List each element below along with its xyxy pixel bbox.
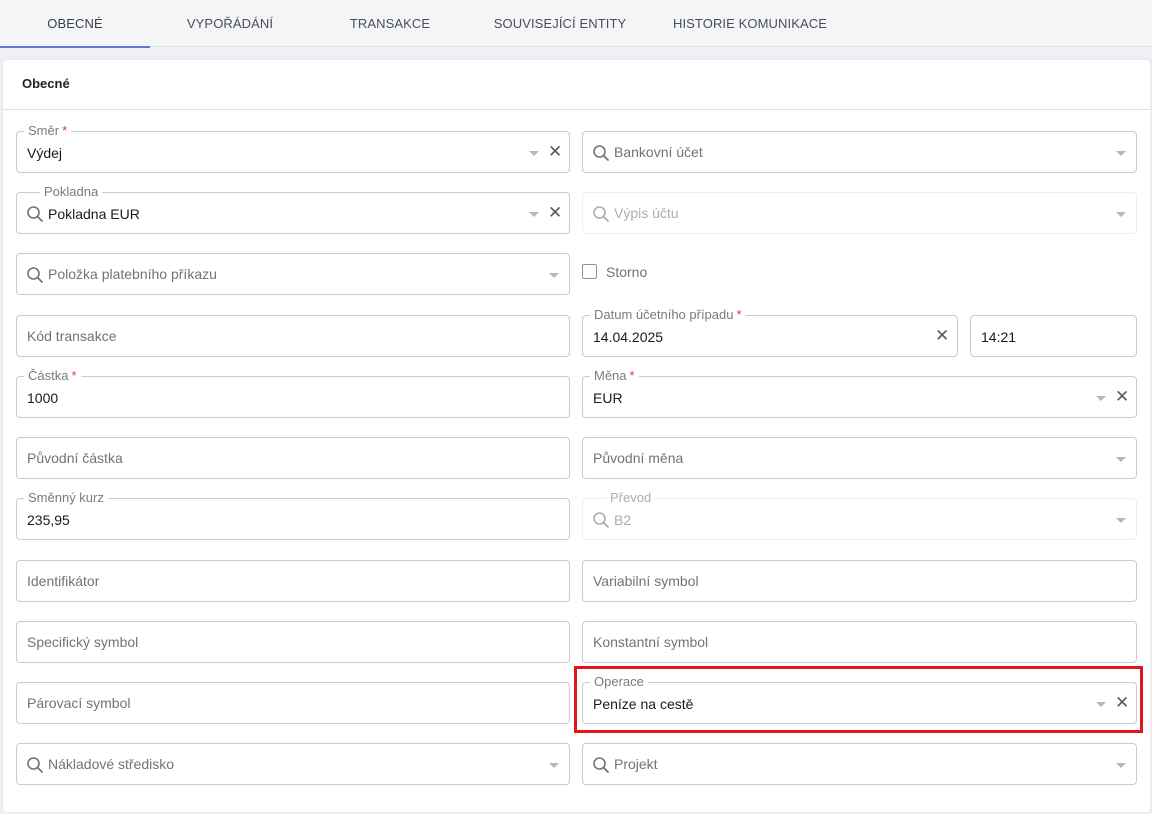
castka-input[interactable]: Částka * 1000: [16, 368, 570, 418]
cas-value: 14:21: [981, 329, 1017, 345]
tab-bar: OBECNÉ VYPOŘÁDÁNÍ TRANSAKCE SOUVISEJÍCÍ …: [0, 0, 1152, 48]
chevron-down-icon[interactable]: [529, 151, 539, 156]
bankovni-ucet-placeholder: Bankovní účet: [614, 144, 703, 160]
required-mark: *: [629, 368, 635, 383]
close-icon[interactable]: ✕: [935, 327, 949, 344]
identifikator-placeholder: Identifikátor: [27, 573, 100, 589]
prevod-value: B2: [614, 512, 632, 528]
prevod-select: Převod B2: [582, 490, 1137, 540]
operace-label: Operace: [590, 674, 648, 690]
storno-label: Storno: [606, 264, 648, 280]
close-icon[interactable]: ✕: [548, 204, 562, 221]
chevron-down-icon: [1116, 518, 1126, 523]
section-title: Obecné: [3, 60, 1150, 110]
specificky-symbol-input[interactable]: Specifický symbol: [16, 621, 570, 663]
tab-vyporadani[interactable]: VYPOŘÁDÁNÍ: [160, 0, 300, 47]
search-icon: [27, 267, 43, 283]
projekt-select[interactable]: Projekt: [582, 743, 1137, 785]
close-icon[interactable]: ✕: [548, 143, 562, 160]
puvodni-castka-placeholder: Původní částka: [27, 450, 123, 466]
smer-value: Výdej: [27, 145, 63, 161]
chevron-down-icon[interactable]: [1116, 151, 1126, 156]
operace-select[interactable]: Operace Peníze na cestě ✕: [582, 674, 1137, 724]
bankovni-ucet-select[interactable]: Bankovní účet: [582, 131, 1137, 173]
search-icon: [593, 757, 609, 773]
identifikator-input[interactable]: Identifikátor: [16, 560, 570, 602]
tab-transakce[interactable]: TRANSAKCE: [330, 0, 450, 47]
polozka-select[interactable]: Položka platebního příkazu: [16, 253, 570, 295]
smer-select[interactable]: Směr * Výdej ✕: [16, 123, 570, 173]
search-icon: [593, 206, 609, 222]
tab-souvisejici-entity[interactable]: SOUVISEJÍCÍ ENTITY: [480, 0, 640, 47]
parovaci-symbol-input[interactable]: Párovací symbol: [16, 682, 570, 724]
parovaci-symbol-placeholder: Párovací symbol: [27, 695, 131, 711]
chevron-down-icon[interactable]: [1096, 702, 1106, 707]
vypis-uctu-select: Výpis účtu: [582, 192, 1137, 234]
vypis-uctu-placeholder: Výpis účtu: [614, 205, 679, 221]
puvodni-mena-placeholder: Původní měna: [593, 450, 684, 466]
search-icon: [593, 512, 609, 528]
chevron-down-icon[interactable]: [1116, 763, 1126, 768]
mena-value: EUR: [593, 390, 623, 406]
smenny-kurz-input[interactable]: Směnný kurz 235,95: [16, 490, 570, 540]
datum-label: Datum účetního případu *: [590, 307, 746, 323]
polozka-placeholder: Položka platebního příkazu: [48, 266, 217, 282]
close-icon[interactable]: ✕: [1115, 388, 1129, 405]
datum-input[interactable]: Datum účetního případu * 14.04.2025 ✕: [582, 307, 958, 357]
konstantni-symbol-placeholder: Konstantní symbol: [593, 634, 709, 650]
konstantni-symbol-input[interactable]: Konstantní symbol: [582, 621, 1137, 663]
cas-input[interactable]: 14:21: [970, 315, 1137, 357]
puvodni-mena-select[interactable]: Původní měna: [582, 437, 1137, 479]
smenny-kurz-label: Směnný kurz: [24, 490, 108, 506]
close-icon[interactable]: ✕: [1115, 694, 1129, 711]
mena-label: Měna *: [590, 368, 639, 384]
datum-value: 14.04.2025: [593, 329, 664, 345]
chevron-down-icon[interactable]: [1096, 396, 1106, 401]
search-icon: [593, 145, 609, 161]
chevron-down-icon[interactable]: [1116, 457, 1126, 462]
required-mark: *: [62, 123, 68, 138]
chevron-down-icon: [1116, 212, 1126, 217]
pokladna-select[interactable]: Pokladna Pokladna EUR ✕: [16, 184, 570, 234]
operace-value: Peníze na cestě: [593, 696, 694, 712]
variabilni-symbol-placeholder: Variabilní symbol: [593, 573, 699, 589]
specificky-symbol-placeholder: Specifický symbol: [27, 634, 139, 650]
projekt-placeholder: Projekt: [614, 756, 658, 772]
tab-obecne[interactable]: OBECNÉ: [0, 0, 150, 48]
kod-transakce-placeholder: Kód transakce: [27, 328, 117, 344]
pokladna-label: Pokladna: [40, 184, 103, 200]
prevod-label: Převod: [606, 490, 656, 506]
smer-label: Směr *: [24, 123, 72, 139]
tab-historie-komunikace[interactable]: HISTORIE KOMUNIKACE: [660, 0, 840, 47]
search-icon: [27, 206, 43, 222]
nakladove-stredisko-select[interactable]: Nákladové středisko: [16, 743, 570, 785]
kod-transakce-input[interactable]: Kód transakce: [16, 315, 570, 357]
required-mark: *: [71, 368, 77, 383]
search-icon: [27, 757, 43, 773]
required-mark: *: [736, 307, 742, 322]
chevron-down-icon[interactable]: [549, 273, 559, 278]
castka-label: Částka *: [24, 368, 81, 384]
pokladna-value: Pokladna EUR: [48, 206, 140, 222]
castka-value: 1000: [27, 390, 59, 406]
nakladove-stredisko-placeholder: Nákladové středisko: [48, 756, 175, 772]
chevron-down-icon[interactable]: [549, 763, 559, 768]
variabilni-symbol-input[interactable]: Variabilní symbol: [582, 560, 1137, 602]
smenny-kurz-value: 235,95: [27, 512, 70, 528]
puvodni-castka-input[interactable]: Původní částka: [16, 437, 570, 479]
chevron-down-icon[interactable]: [529, 212, 539, 217]
storno-checkbox[interactable]: [582, 264, 597, 279]
mena-select[interactable]: Měna * EUR ✕: [582, 368, 1137, 418]
